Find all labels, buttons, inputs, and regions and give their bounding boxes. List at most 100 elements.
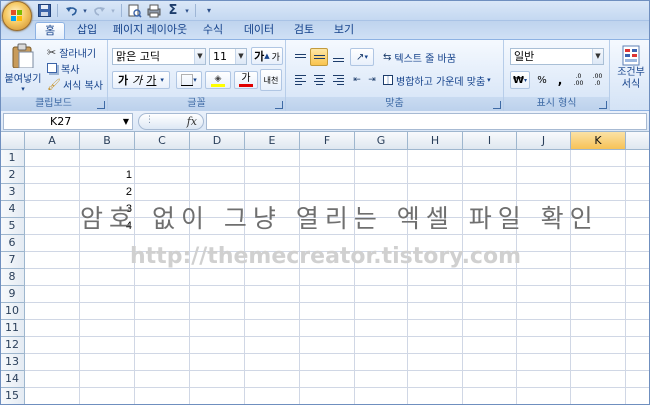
autosum-dropdown-icon[interactable]: ▾: [184, 3, 190, 19]
cell-b3[interactable]: 2: [80, 184, 132, 200]
row-header-15[interactable]: 15: [0, 388, 25, 405]
row-header-14[interactable]: 14: [0, 371, 25, 388]
cell-b2[interactable]: 1: [80, 167, 132, 183]
align-left-button[interactable]: [291, 71, 309, 89]
column-header-g[interactable]: G: [355, 132, 408, 150]
row-header-11[interactable]: 11: [0, 320, 25, 337]
undo-dropdown-icon[interactable]: ▾: [82, 3, 88, 19]
percent-button[interactable]: %: [534, 71, 550, 89]
tab-data[interactable]: 데이터: [238, 22, 280, 39]
format-painter-button[interactable]: 🖌 서식 복사: [46, 75, 106, 93]
align-bottom-button[interactable]: [329, 48, 347, 66]
bold-button[interactable]: 가: [118, 72, 128, 88]
column-header-k[interactable]: K: [571, 132, 626, 150]
column-header-c[interactable]: C: [135, 132, 190, 150]
blog-watermark: http://themecreator.tistory.com: [130, 244, 522, 269]
office-button[interactable]: [2, 1, 32, 31]
row-header-7[interactable]: 7: [0, 252, 25, 269]
font-color-button[interactable]: 가: [234, 71, 258, 89]
decrease-indent-icon: ⇤: [353, 75, 361, 85]
font-group: 맑은 고딕 ▼ 11 ▼ 가 ▲ 가 가 가 가 ▾ ▾ ◈ 가 내천 글꼴: [108, 40, 286, 111]
alignment-launcher-icon[interactable]: [493, 101, 501, 109]
currency-dropdown-icon: ▾: [524, 76, 528, 84]
tab-home[interactable]: 홈: [35, 22, 65, 39]
row-header-10[interactable]: 10: [0, 303, 25, 320]
row-header-4[interactable]: 4: [0, 201, 25, 218]
redo-dropdown-icon[interactable]: ▾: [110, 3, 116, 19]
column-header-d[interactable]: D: [190, 132, 245, 150]
italic-button[interactable]: 가: [132, 72, 142, 88]
shrink-font-button[interactable]: 가: [272, 50, 280, 63]
tab-formulas[interactable]: 수식: [196, 22, 230, 39]
grid-line: [25, 387, 650, 388]
increase-indent-button[interactable]: ⇥: [365, 71, 379, 89]
fill-color-button[interactable]: ◈: [205, 71, 231, 89]
tab-view[interactable]: 보기: [328, 22, 360, 39]
redo-icon[interactable]: [91, 3, 107, 19]
select-all-corner[interactable]: [0, 132, 25, 150]
paste-button[interactable]: 붙여넣기 ▾: [2, 42, 44, 94]
column-header-i[interactable]: I: [463, 132, 517, 150]
underline-button[interactable]: 가: [146, 72, 156, 88]
row-header-5[interactable]: 5: [0, 218, 25, 235]
tab-review[interactable]: 검토: [288, 22, 320, 39]
align-top-button[interactable]: [291, 48, 309, 66]
row-header-9[interactable]: 9: [0, 286, 25, 303]
comma-button[interactable]: ,: [553, 71, 567, 89]
decrease-decimal-button[interactable]: .00.0: [589, 71, 606, 89]
merge-center-button[interactable]: 병합하고 가운데 맞춤 ▾: [382, 71, 500, 89]
row-header-13[interactable]: 13: [0, 354, 25, 371]
column-header-b[interactable]: B: [80, 132, 135, 150]
number-launcher-icon[interactable]: [599, 101, 607, 109]
column-header-f[interactable]: F: [300, 132, 355, 150]
undo-icon[interactable]: [63, 3, 79, 19]
font-name-dropdown-icon[interactable]: ▼: [194, 49, 205, 64]
align-middle-button[interactable]: [310, 48, 328, 66]
name-box-dropdown-icon[interactable]: ▼: [123, 114, 129, 129]
insert-function-button[interactable]: fx: [187, 115, 197, 128]
borders-button[interactable]: ▾: [176, 71, 202, 89]
number-format-select[interactable]: 일반 ▼: [510, 48, 604, 65]
row-header-1[interactable]: 1: [0, 150, 25, 167]
row-header-2[interactable]: 2: [0, 167, 25, 184]
row-header-8[interactable]: 8: [0, 269, 25, 286]
tab-page-layout[interactable]: 페이지 레이아웃: [110, 22, 190, 39]
print-preview-icon[interactable]: [127, 3, 143, 19]
number-format-dropdown-icon[interactable]: ▼: [592, 49, 603, 64]
decrease-indent-button[interactable]: ⇤: [350, 71, 364, 89]
clipboard-launcher-icon[interactable]: [97, 101, 105, 109]
column-header-j[interactable]: J: [517, 132, 571, 150]
tab-insert[interactable]: 삽입: [70, 22, 104, 39]
column-header-a[interactable]: A: [25, 132, 80, 150]
customize-qat-button[interactable]: ▾: [201, 3, 217, 19]
name-box[interactable]: K27 ▼: [3, 113, 133, 130]
wrap-text-button[interactable]: ⇆ 텍스트 줄 바꿈: [382, 48, 470, 66]
phonetic-guide-button[interactable]: 내천: [260, 69, 282, 91]
column-header-l[interactable]: [626, 132, 650, 150]
font-size-select[interactable]: 11 ▼: [209, 48, 247, 65]
align-center-button[interactable]: [310, 71, 328, 89]
save-icon[interactable]: [36, 3, 52, 19]
increase-decimal-button[interactable]: .0.00: [570, 71, 587, 89]
font-size-dropdown-icon[interactable]: ▼: [235, 49, 246, 64]
column-header-h[interactable]: H: [408, 132, 463, 150]
row-header-12[interactable]: 12: [0, 337, 25, 354]
currency-button[interactable]: ₩ ▾: [510, 71, 530, 89]
column-header-e[interactable]: E: [245, 132, 300, 150]
autosum-button[interactable]: Σ: [165, 3, 181, 19]
fill-color-bar: [211, 83, 225, 87]
align-right-button[interactable]: [329, 71, 347, 89]
row-header-6[interactable]: 6: [0, 235, 25, 252]
font-launcher-icon[interactable]: [275, 101, 283, 109]
print-icon[interactable]: [146, 3, 162, 19]
orientation-button[interactable]: ↗ ▾: [350, 48, 374, 66]
increase-decimal-icon: .0.00: [573, 73, 584, 87]
font-name-select[interactable]: 맑은 고딕 ▼: [112, 48, 206, 65]
grow-font-button[interactable]: 가: [254, 48, 264, 64]
formula-input[interactable]: [206, 113, 647, 130]
row-header-3[interactable]: 3: [0, 184, 25, 201]
underline-dropdown-icon[interactable]: ▾: [160, 76, 164, 84]
conditional-formatting-button[interactable]: 조건부 서식: [612, 42, 650, 94]
qat-separator: [195, 4, 196, 17]
quick-access-toolbar: ▾ ▾ Σ ▾ ▾: [36, 2, 217, 19]
